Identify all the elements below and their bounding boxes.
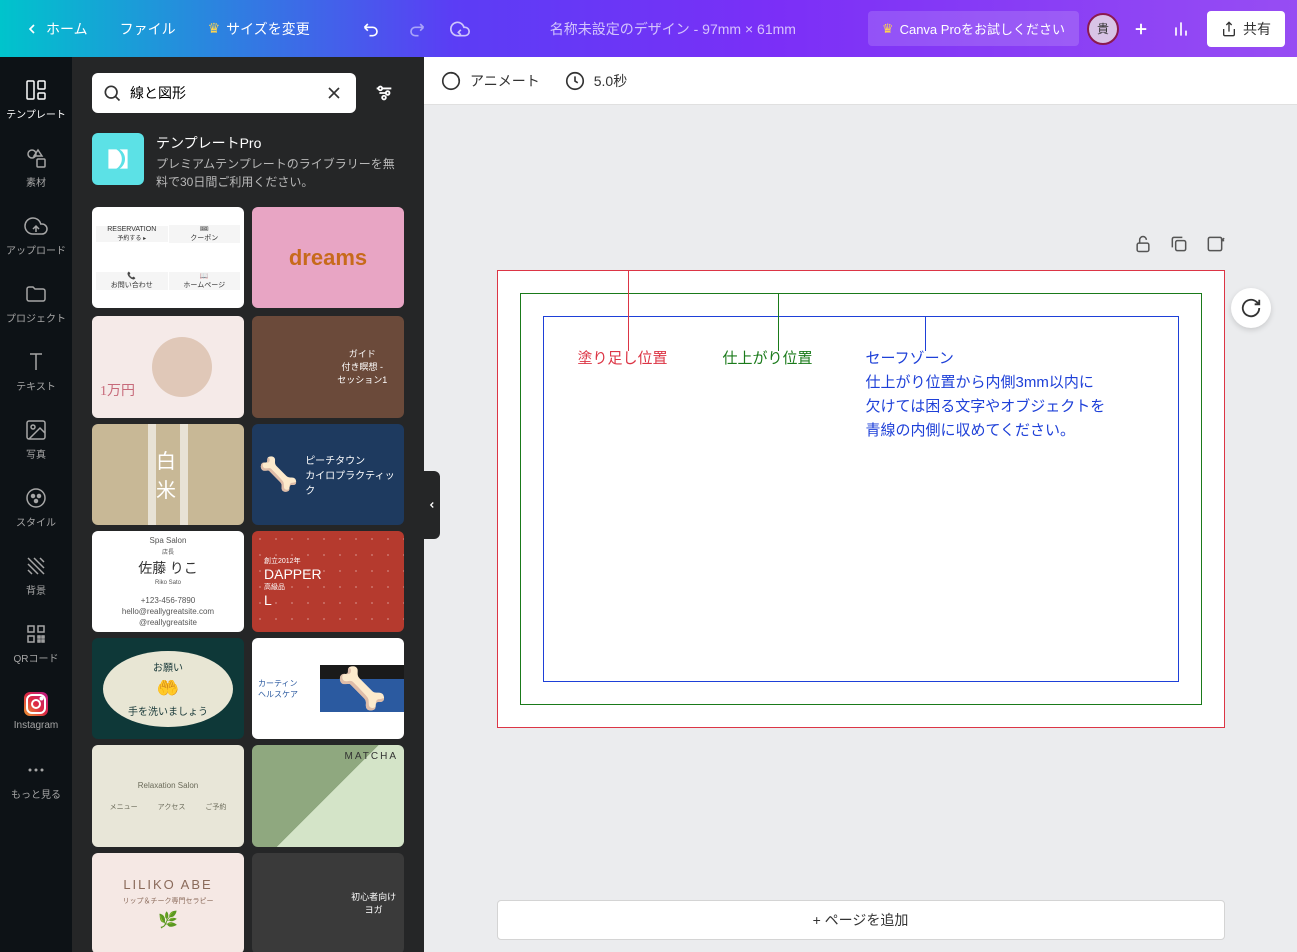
template-item[interactable]: お願い🤲手を洗いましょう	[92, 638, 244, 739]
search-box	[92, 73, 356, 113]
icon-sidebar: テンプレート 素材 アップロード プロジェクト テキスト 写真 スタイル 背景	[0, 57, 72, 952]
panel-collapse-handle[interactable]	[424, 471, 440, 539]
template-item[interactable]: LILIKO ABEリップ＆チーク専門セラピー🌿	[92, 853, 244, 952]
template-item[interactable]: 1万円	[92, 316, 244, 417]
cloud-sync-icon[interactable]	[442, 11, 478, 47]
template-item[interactable]: 創立2012年DAPPER高級品L	[252, 531, 404, 632]
insights-button[interactable]	[1163, 11, 1199, 47]
page-actions	[1133, 234, 1225, 259]
back-button[interactable]: ホーム	[12, 11, 100, 47]
undo-button[interactable]	[354, 11, 390, 47]
template-item[interactable]: Spa Salon店長佐藤 りこRiko Sato+123-456-7890he…	[92, 531, 244, 632]
template-item[interactable]: 白米	[92, 424, 244, 525]
add-member-button[interactable]	[1127, 15, 1155, 43]
avatar[interactable]: 貴	[1087, 13, 1119, 45]
refresh-button[interactable]	[1231, 288, 1271, 328]
promo-title: テンプレートPro	[156, 133, 404, 153]
chevron-left-icon	[24, 21, 40, 37]
sidebar-uploads[interactable]: アップロード	[0, 201, 72, 269]
redo-button[interactable]	[398, 11, 434, 47]
crown-icon: ♛	[882, 21, 894, 37]
lock-page-button[interactable]	[1133, 234, 1153, 259]
sidebar-templates[interactable]: テンプレート	[0, 65, 72, 133]
template-item[interactable]: RESERVATION予約する ▸ 🎟クーポン 📞お問い合わせ 📖ホームページ	[92, 207, 244, 308]
sidebar-qrcode[interactable]: QRコード	[0, 609, 72, 677]
search-icon	[102, 83, 122, 103]
crown-icon: ♛	[208, 20, 221, 37]
template-item[interactable]: カーティンヘルスケア🦴	[252, 638, 404, 739]
promo-desc: プレミアムテンプレートのライブラリーを無料で30日間ご利用ください。	[156, 155, 404, 191]
template-item[interactable]: 初心者向けヨガ	[252, 853, 404, 952]
pro-promo[interactable]: テンプレートPro プレミアムテンプレートのライブラリーを無料で30日間ご利用く…	[72, 125, 424, 207]
add-page-bar[interactable]: + ページを追加	[497, 900, 1225, 940]
resize-button[interactable]: ♛ サイズを変更	[196, 11, 322, 47]
trim-label: 仕上がり位置	[723, 347, 813, 368]
sidebar-elements[interactable]: 素材	[0, 133, 72, 201]
template-item[interactable]: 🦴ピーチタウンカイロプラクティック	[252, 424, 404, 525]
template-item[interactable]: ガイド付き瞑想 -セッション1	[252, 316, 404, 417]
document-title[interactable]: 名称未設定のデザイン - 97mm × 61mm	[534, 11, 812, 47]
sidebar-projects[interactable]: プロジェクト	[0, 269, 72, 337]
sidebar-text[interactable]: テキスト	[0, 337, 72, 405]
duration-button[interactable]: 5.0秒	[564, 70, 627, 92]
share-button[interactable]: 共有	[1207, 11, 1285, 47]
filter-button[interactable]	[364, 73, 404, 113]
home-label: ホーム	[46, 19, 88, 39]
clear-search-button[interactable]	[322, 81, 346, 105]
sidebar-more[interactable]: もっと見る	[0, 745, 72, 813]
sidebar-styles[interactable]: スタイル	[0, 473, 72, 541]
sidebar-instagram[interactable]: Instagram	[0, 677, 72, 745]
template-item[interactable]: Relaxation Salonメニューアクセスご予約	[92, 745, 244, 846]
try-pro-button[interactable]: ♛ Canva Proをお試しください	[868, 11, 1079, 46]
sidebar-photos[interactable]: 写真	[0, 405, 72, 473]
sidebar-background[interactable]: 背景	[0, 541, 72, 609]
template-grid: RESERVATION予約する ▸ 🎟クーポン 📞お問い合わせ 📖ホームページ …	[72, 207, 424, 952]
design-canvas[interactable]: 塗り足し位置 仕上がり位置 セーフゾーン 仕上がり位置から内側3mm以内に 欠け…	[497, 270, 1225, 728]
search-input[interactable]	[122, 85, 322, 101]
file-menu[interactable]: ファイル	[108, 11, 188, 47]
add-page-button[interactable]	[1205, 234, 1225, 259]
template-item[interactable]: dreams	[252, 207, 404, 308]
duplicate-page-button[interactable]	[1169, 234, 1189, 259]
safe-zone-label: セーフゾーン 仕上がり位置から内側3mm以内に 欠けては困る文字やオブジェクトを…	[866, 347, 1106, 443]
canva-logo-icon	[92, 133, 144, 185]
animate-button[interactable]: アニメート	[440, 70, 540, 92]
instagram-icon	[24, 692, 48, 716]
bleed-label: 塗り足し位置	[578, 347, 668, 368]
template-item[interactable]: MATCHA	[252, 745, 404, 846]
